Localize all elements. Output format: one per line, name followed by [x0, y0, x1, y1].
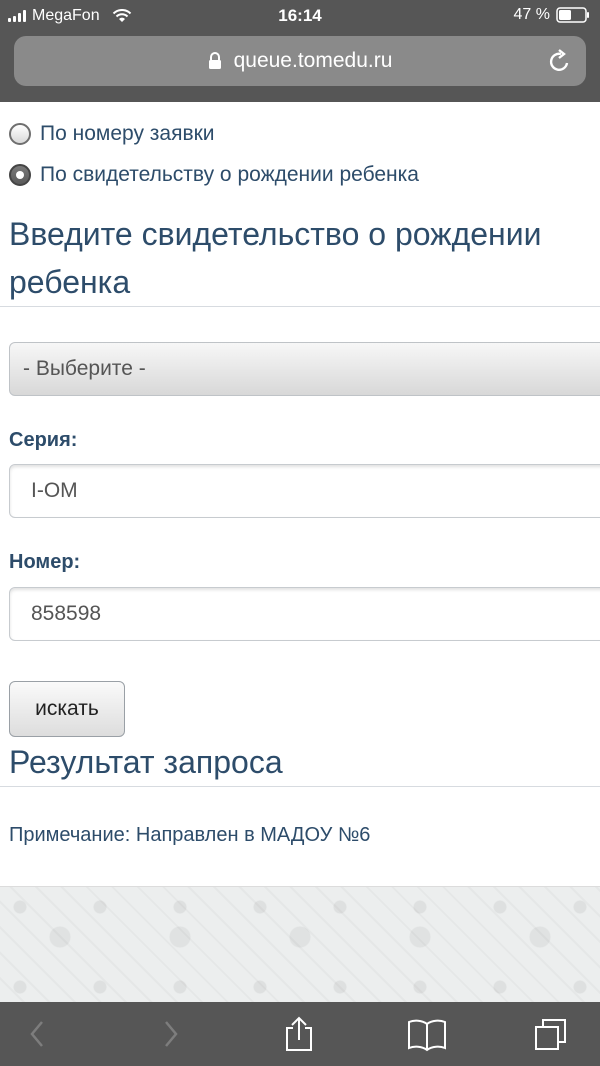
- result-note: Примечание: Направлен в МАДОУ №6: [9, 824, 371, 846]
- tabs-icon[interactable]: [533, 1016, 569, 1052]
- result-title: Результат запроса: [9, 744, 283, 780]
- form-title: Введите свидетельство о рождении ребенка: [9, 216, 542, 300]
- divider: [0, 306, 600, 307]
- radio-option-application-number[interactable]: По номеру заявки: [9, 122, 215, 146]
- radio-option-birth-certificate[interactable]: По свидетельству о рождении ребенка: [9, 163, 419, 187]
- radio-label: По свидетельству о рождении ребенка: [40, 163, 419, 186]
- page-content: По номеру заявки По свидетельству о рожд…: [0, 102, 600, 1005]
- back-icon[interactable]: [20, 1016, 56, 1052]
- battery-icon: [556, 7, 589, 23]
- radio-button-checked[interactable]: [9, 164, 31, 186]
- series-label: Серия:: [9, 429, 78, 451]
- status-bar: MegaFon 16:14 47 %: [0, 0, 600, 32]
- divider: [0, 786, 600, 787]
- forward-icon[interactable]: [152, 1016, 188, 1052]
- series-input[interactable]: I-OM: [9, 464, 600, 518]
- reload-icon[interactable]: [548, 48, 572, 74]
- radio-label: По номеру заявки: [40, 122, 215, 145]
- browser-top-bar: MegaFon 16:14 47 % queue.tomedu.ru: [0, 0, 600, 102]
- lock-icon: [208, 52, 221, 69]
- radio-button[interactable]: [9, 123, 31, 145]
- bookmarks-icon[interactable]: [406, 1016, 448, 1052]
- number-label: Номер:: [9, 551, 81, 573]
- certificate-type-select[interactable]: - Выберите -: [9, 342, 600, 396]
- address-bar[interactable]: queue.tomedu.ru: [14, 36, 586, 86]
- status-right: 47 %: [514, 6, 590, 24]
- number-input[interactable]: 858598: [9, 587, 600, 641]
- url-text: queue.tomedu.ru: [233, 49, 393, 72]
- share-icon[interactable]: [281, 1016, 317, 1052]
- search-button[interactable]: искать: [9, 681, 125, 737]
- browser-toolbar: [0, 1002, 600, 1066]
- battery-percent: 47 %: [513, 6, 550, 23]
- footer-pattern: [0, 886, 600, 1005]
- clock: 16:14: [278, 6, 322, 25]
